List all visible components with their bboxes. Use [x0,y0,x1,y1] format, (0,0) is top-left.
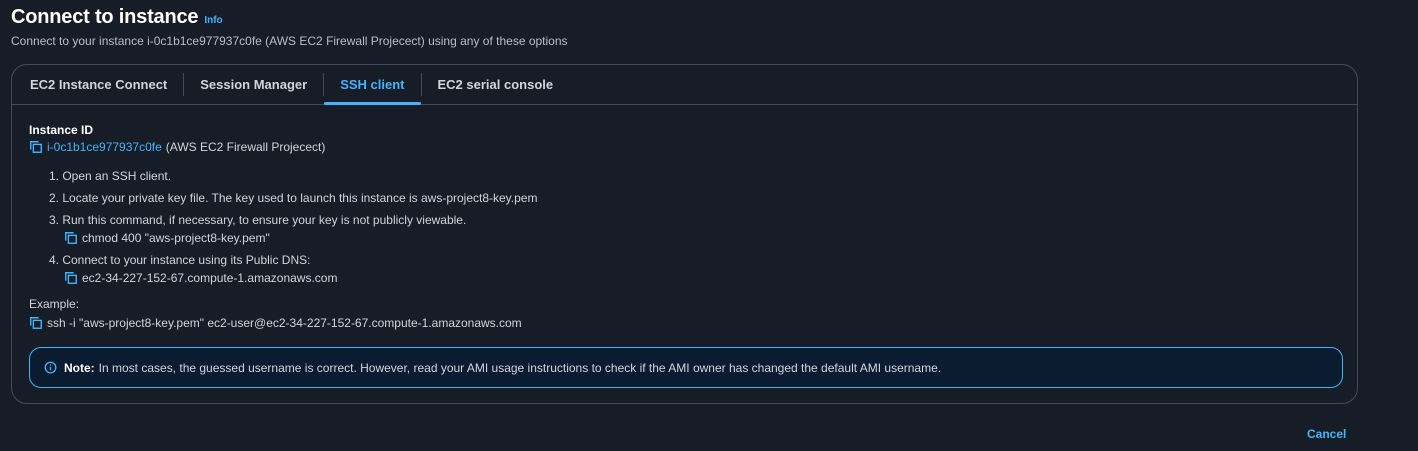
chmod-command: chmod 400 "aws-project8-key.pem" [82,231,270,245]
instance-id-label: Instance ID [29,123,94,137]
page-header: Connect to instance Info Connect to your… [11,6,568,48]
tab-bar: EC2 Instance Connect Session Manager SSH… [12,65,1357,105]
cancel-button[interactable]: Cancel [1307,427,1346,441]
page-title: Connect to instance [11,6,199,28]
info-circle-icon [44,361,57,374]
step-chmod-text: 3. Run this command, if necessary, to en… [49,213,467,227]
title-row: Connect to instance Info [11,6,568,29]
copy-icon[interactable] [29,140,43,154]
page-subtitle: Connect to your instance i-0c1b1ce977937… [11,34,568,48]
ssh-client-content: Instance ID i-0c1b1ce977937c0fe (AWS EC2… [29,123,1340,330]
public-dns-row: ec2-34-227-152-67.compute-1.amazonaws.co… [49,271,1340,285]
note-text: In most cases, the guessed username is c… [98,360,942,375]
example-command-row: ssh -i "aws-project8-key.pem" ec2-user@e… [29,316,1340,330]
step-connect: 4. Connect to your instance using its Pu… [49,253,1340,285]
username-note-alert: Note: In most cases, the guessed usernam… [29,347,1343,388]
step-locate-key: 2. Locate your private key file. The key… [49,191,538,205]
chmod-command-row: chmod 400 "aws-project8-key.pem" [49,231,1340,245]
tab-ec2-serial-console[interactable]: EC2 serial console [422,65,570,104]
copy-icon[interactable] [64,271,78,285]
note-label: Note: [64,360,95,375]
copy-icon[interactable] [29,316,43,330]
instance-id-row: i-0c1b1ce977937c0fe (AWS EC2 Firewall Pr… [29,140,1340,154]
public-dns: ec2-34-227-152-67.compute-1.amazonaws.co… [82,271,338,285]
copy-icon[interactable] [64,231,78,245]
tab-ssh-client[interactable]: SSH client [324,65,421,105]
tab-ec2-instance-connect[interactable]: EC2 Instance Connect [14,65,183,104]
example-command: ssh -i "aws-project8-key.pem" ec2-user@e… [47,316,522,330]
instance-id-link[interactable]: i-0c1b1ce977937c0fe [47,140,162,154]
step-connect-text: 4. Connect to your instance using its Pu… [49,253,311,267]
instance-name: (AWS EC2 Firewall Projecect) [165,140,326,154]
example-label: Example: [29,297,80,311]
info-link[interactable]: Info [204,15,222,26]
connect-options-panel: EC2 Instance Connect Session Manager SSH… [11,64,1358,404]
tab-session-manager[interactable]: Session Manager [184,65,323,104]
step-open-ssh-client: 1. Open an SSH client. [49,169,172,183]
ssh-steps-list: 1. Open an SSH client. 2. Locate your pr… [29,169,1340,285]
step-chmod: 3. Run this command, if necessary, to en… [49,213,1340,245]
